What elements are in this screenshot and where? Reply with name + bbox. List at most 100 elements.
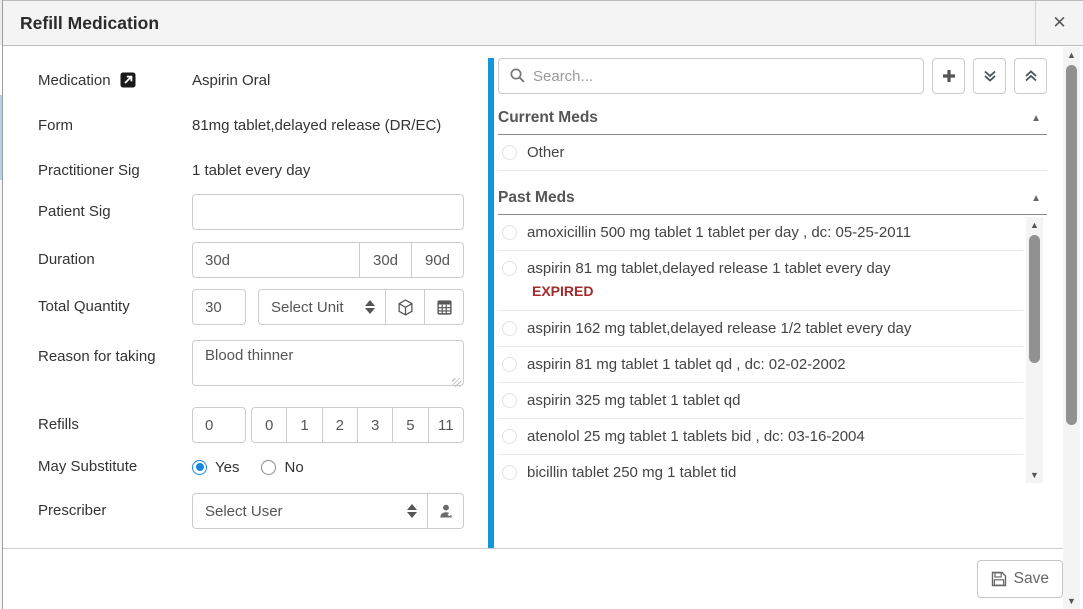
caret-up-icon: ▲ <box>1031 113 1041 124</box>
save-button[interactable]: Save <box>977 560 1063 598</box>
prescriber-label: Prescriber <box>38 499 192 523</box>
current-meds-title: Current Meds <box>498 109 598 127</box>
scroll-up-icon[interactable]: ▲ <box>1026 217 1043 233</box>
sort-arrows-icon <box>407 504 417 518</box>
double-chevron-down-icon <box>982 68 998 84</box>
package-button[interactable] <box>385 289 425 325</box>
unit-select-value: Select Unit <box>271 299 344 316</box>
practitioner-sig-value: 1 tablet every day <box>192 159 464 183</box>
caret-up-icon: ▲ <box>1031 193 1041 204</box>
refills-2-button[interactable]: 2 <box>322 407 358 443</box>
form-row: Form 81mg tablet,delayed release (DR/EC) <box>38 114 488 138</box>
substitute-yes-option[interactable]: Yes <box>192 459 239 476</box>
past-med-item[interactable]: aspirin 325 mg tablet 1 tablet qd <box>498 383 1023 419</box>
reason-label: Reason for taking <box>38 340 192 369</box>
med-item-label: aspirin 81 mg tablet,delayed release 1 t… <box>527 260 891 277</box>
med-search-input[interactable] <box>498 58 924 94</box>
plus-icon <box>941 68 957 84</box>
practitioner-sig-row: Practitioner Sig 1 tablet every day <box>38 159 488 183</box>
total-quantity-label: Total Quantity <box>38 295 192 319</box>
form-label: Form <box>38 114 192 138</box>
scroll-down-icon[interactable]: ▼ <box>1063 593 1080 609</box>
refills-3-button[interactable]: 3 <box>357 407 393 443</box>
calculator-icon <box>436 299 453 316</box>
collapse-all-button[interactable] <box>1014 58 1047 94</box>
dialog-body: Medication Aspirin Oral Form 81mg tablet… <box>3 47 1083 548</box>
radio-unselected-icon <box>502 225 517 240</box>
medication-value: Aspirin Oral <box>192 69 464 93</box>
refills-11-button[interactable]: 11 <box>428 407 464 443</box>
med-item-label: aspirin 325 mg tablet 1 tablet qd <box>527 392 740 409</box>
may-substitute-row: May Substitute Yes No <box>38 455 488 479</box>
total-quantity-row: Total Quantity Select Unit <box>38 289 488 325</box>
duration-input[interactable] <box>192 242 360 278</box>
patient-sig-label: Patient Sig <box>38 200 192 224</box>
reason-row: Reason for taking Blood thinner <box>38 340 488 391</box>
past-meds-title: Past Meds <box>498 189 575 207</box>
expired-badge: EXPIRED <box>532 283 1023 299</box>
external-link-icon[interactable] <box>120 72 136 88</box>
med-item-label: atenolol 25 mg tablet 1 tablets bid , dc… <box>527 428 865 445</box>
scrollbar-thumb[interactable] <box>1066 65 1077 425</box>
select-prescriber-button[interactable] <box>427 493 464 529</box>
current-med-item-other[interactable]: Other <box>498 135 1047 171</box>
save-floppy-icon <box>991 571 1007 587</box>
sort-arrows-icon <box>365 300 375 314</box>
doctor-user-icon <box>438 503 454 519</box>
current-meds-header[interactable]: Current Meds ▲ <box>498 101 1047 135</box>
med-search-row <box>498 58 1047 94</box>
past-meds-scrollbar[interactable]: ▲ ▼ <box>1026 217 1043 483</box>
patient-sig-input[interactable] <box>192 194 464 230</box>
expand-all-button[interactable] <box>973 58 1006 94</box>
calculator-button[interactable] <box>424 289 464 325</box>
refills-5-button[interactable]: 5 <box>392 407 428 443</box>
duration-30d-button[interactable]: 30d <box>359 242 412 278</box>
practitioner-sig-label: Practitioner Sig <box>38 159 192 183</box>
medication-list-panel: Current Meds ▲ Other Past Meds ▲ amoxici… <box>494 47 1083 548</box>
medication-row: Medication Aspirin Oral <box>38 69 488 93</box>
reason-textarea[interactable]: Blood thinner <box>192 340 464 386</box>
dialog-scrollbar[interactable]: ▲ ▼ <box>1063 47 1080 609</box>
close-button[interactable]: ✕ <box>1035 1 1083 45</box>
past-med-item[interactable]: atenolol 25 mg tablet 1 tablets bid , dc… <box>498 419 1023 455</box>
medication-label: Medication <box>38 69 192 93</box>
prescriber-row: Prescriber Select User <box>38 493 488 529</box>
radio-unselected-icon <box>502 357 517 372</box>
med-item-label: aspirin 162 mg tablet,delayed release 1/… <box>527 320 911 337</box>
past-med-item[interactable]: aspirin 81 mg tablet,delayed release 1 t… <box>498 251 1023 311</box>
duration-row: Duration 30d 90d <box>38 242 488 278</box>
patient-sig-row: Patient Sig <box>38 194 488 230</box>
past-med-item[interactable]: aspirin 81 mg tablet 1 tablet qd , dc: 0… <box>498 347 1023 383</box>
refills-row: Refills 0 1 2 3 5 11 <box>38 407 488 443</box>
prescriber-select[interactable]: Select User <box>192 493 428 529</box>
past-med-item[interactable]: aspirin 162 mg tablet,delayed release 1/… <box>498 311 1023 347</box>
med-item-label: Other <box>527 144 565 161</box>
add-med-button[interactable] <box>932 58 965 94</box>
scroll-up-icon[interactable]: ▲ <box>1063 47 1080 63</box>
duration-label: Duration <box>38 248 192 272</box>
past-med-item[interactable]: bicillin tablet 250 mg 1 tablet tid <box>498 455 1023 485</box>
radio-selected-icon <box>192 460 207 475</box>
scroll-down-icon[interactable]: ▼ <box>1026 467 1043 483</box>
med-item-label: bicillin tablet 250 mg 1 tablet tid <box>527 464 736 481</box>
radio-unselected-icon <box>502 261 517 276</box>
refills-0-button[interactable]: 0 <box>251 407 287 443</box>
substitute-no-option[interactable]: No <box>261 459 303 476</box>
past-meds-header[interactable]: Past Meds ▲ <box>498 181 1047 215</box>
search-icon <box>509 67 526 84</box>
unit-select[interactable]: Select Unit <box>258 289 386 325</box>
refills-1-button[interactable]: 1 <box>286 407 322 443</box>
dialog-footer: Save <box>3 548 1063 609</box>
duration-90d-button[interactable]: 90d <box>411 242 464 278</box>
past-med-item[interactable]: amoxicillin 500 mg tablet 1 tablet per d… <box>498 215 1023 251</box>
past-meds-list: amoxicillin 500 mg tablet 1 tablet per d… <box>498 215 1047 485</box>
refill-form: Medication Aspirin Oral Form 81mg tablet… <box>3 47 488 548</box>
substitute-yes-label: Yes <box>215 459 239 476</box>
dialog-title: Refill Medication <box>3 1 1035 45</box>
scrollbar-thumb[interactable] <box>1029 235 1040 363</box>
radio-unselected-icon <box>502 429 517 444</box>
double-chevron-up-icon <box>1023 68 1039 84</box>
total-quantity-input[interactable] <box>192 289 246 325</box>
med-item-label: aspirin 81 mg tablet 1 tablet qd , dc: 0… <box>527 356 846 373</box>
refills-input[interactable] <box>192 407 246 443</box>
